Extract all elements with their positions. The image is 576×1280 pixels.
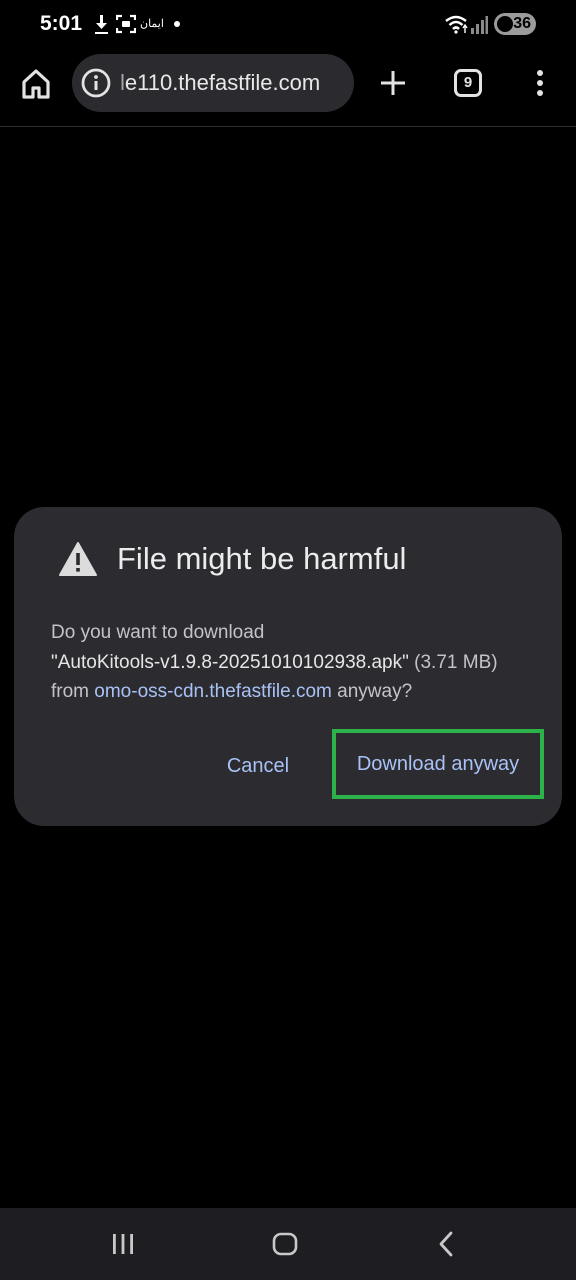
notification-text: ايمان — [140, 18, 164, 30]
address-bar[interactable]: le110.thefastfile.com — [72, 54, 354, 112]
download-icon — [92, 14, 110, 41]
battery-level: 36 — [513, 15, 531, 32]
home-icon — [22, 69, 50, 99]
more-vert-icon[interactable] — [530, 68, 550, 98]
url-fade — [116, 54, 126, 112]
plus-icon — [381, 71, 405, 95]
url-text[interactable]: le110.thefastfile.com — [120, 70, 320, 96]
menu-dot — [537, 90, 543, 96]
wifi-icon — [444, 14, 468, 39]
battery-indicator: 36 — [494, 13, 536, 35]
home-button[interactable] — [18, 66, 54, 102]
warning-icon — [58, 541, 98, 577]
screenshot-icon — [115, 14, 137, 39]
system-navigation-bar — [0, 1208, 576, 1280]
status-bar: 5:01 ايمان 36 — [0, 0, 576, 50]
menu-dot — [537, 70, 543, 76]
home-nav-icon[interactable] — [272, 1232, 298, 1256]
download-anyway-button[interactable]: Download anyway — [332, 729, 544, 799]
source-domain: omo-oss-cdn.thefastfile.com — [94, 681, 332, 702]
message-suffix: anyway? — [331, 681, 413, 702]
back-icon[interactable] — [436, 1230, 456, 1258]
new-tab-button[interactable] — [378, 68, 408, 98]
download-warning-dialog: File might be harmful Do you want to dow… — [14, 507, 562, 826]
status-time: 5:01 — [40, 12, 83, 35]
info-icon[interactable] — [80, 67, 112, 99]
dialog-message: Do you want to download "AutoKitools-v1.… — [51, 618, 531, 707]
tabs-icon[interactable]: 9 — [454, 69, 482, 97]
browser-toolbar: le110.thefastfile.com 9 — [0, 50, 576, 127]
cancel-button[interactable]: Cancel — [212, 742, 304, 790]
battery-saver-icon — [497, 16, 513, 32]
signal-icon — [470, 15, 488, 40]
file-name: "AutoKitools-v1.9.8-20251010102938.apk" — [51, 651, 409, 673]
message-prefix: Do you want to download — [51, 622, 265, 643]
screen: 5:01 ايمان 36 le110.thefastfile.com 9 Fi… — [0, 0, 576, 1280]
dialog-title: File might be harmful — [117, 541, 407, 576]
notification-dot — [174, 21, 180, 27]
tab-count: 9 — [463, 74, 473, 91]
menu-dot — [537, 80, 543, 86]
recents-icon[interactable] — [110, 1232, 136, 1256]
